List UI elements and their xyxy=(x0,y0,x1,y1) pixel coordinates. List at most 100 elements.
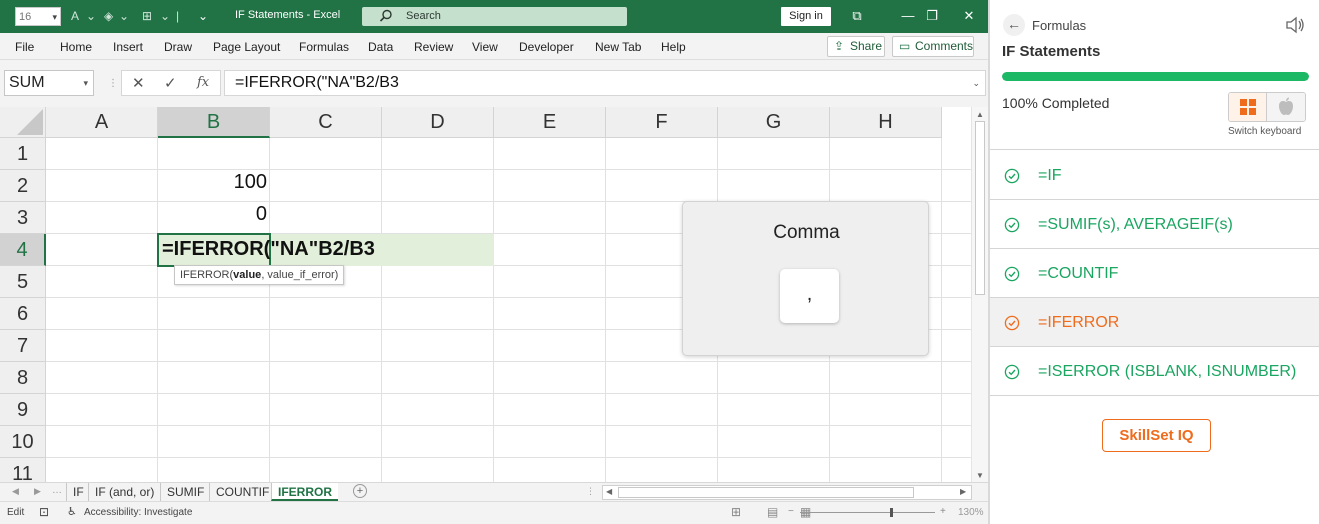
insert-function-icon[interactable]: fx xyxy=(197,75,209,90)
zoom-out-icon[interactable]: − xyxy=(788,506,794,517)
column-header-d[interactable]: D xyxy=(382,107,494,138)
tab-review[interactable]: Review xyxy=(414,40,453,54)
font-size-box[interactable]: 16 ▾ xyxy=(15,7,61,26)
breadcrumb[interactable]: Formulas xyxy=(1032,18,1086,33)
split-handle-icon[interactable]: ⋮ xyxy=(586,486,595,497)
name-box[interactable]: SUM ▾ xyxy=(4,70,94,96)
row-header-7[interactable]: 7 xyxy=(0,330,46,362)
fill-color-icon[interactable]: ◈ xyxy=(104,8,113,24)
column-header-e[interactable]: E xyxy=(494,107,606,138)
lesson-item[interactable]: =IF xyxy=(990,151,1319,200)
tab-formulas[interactable]: Formulas xyxy=(299,40,349,54)
search-box[interactable]: Search xyxy=(362,7,627,26)
restore-icon[interactable]: ❐ xyxy=(921,7,943,25)
chevron-down-icon[interactable]: ⌄ xyxy=(119,8,129,24)
macro-record-icon[interactable]: ⊡ xyxy=(39,505,49,519)
customize-toolbar-icon[interactable]: ⌄ xyxy=(198,8,208,24)
zoom-in-icon[interactable]: + xyxy=(940,506,946,517)
share-button[interactable]: ⇪ Share xyxy=(827,36,885,57)
tab-developer[interactable]: Developer xyxy=(519,40,574,54)
sheet-tab-sumif[interactable]: SUMIF xyxy=(160,483,210,501)
row-header-4[interactable]: 4 xyxy=(0,234,46,266)
enter-icon[interactable]: ✓ xyxy=(164,74,177,92)
lesson-item[interactable]: =COUNTIF xyxy=(990,249,1319,298)
column-header-b[interactable]: B xyxy=(158,107,270,138)
chevron-down-icon[interactable]: ⌄ xyxy=(972,71,980,95)
row-header-6[interactable]: 6 xyxy=(0,298,46,330)
tab-file[interactable]: File xyxy=(15,40,34,54)
row-header-11[interactable]: 11 xyxy=(0,458,46,482)
page-layout-view-icon[interactable]: ▤ xyxy=(767,505,778,519)
lesson-item[interactable]: =IFERROR xyxy=(990,298,1319,347)
row-header-9[interactable]: 9 xyxy=(0,394,46,426)
vertical-scrollbar[interactable]: ▲ ▼ xyxy=(971,107,988,482)
skillset-iq-button[interactable]: SkillSet IQ xyxy=(1102,419,1211,452)
chevron-down-icon[interactable]: ⌄ xyxy=(160,8,170,24)
mac-keyboard-option[interactable] xyxy=(1267,93,1305,121)
lesson-item[interactable]: =SUMIF(s), AVERAGEIF(s) xyxy=(990,200,1319,249)
back-arrow-icon[interactable]: ← xyxy=(1003,14,1025,36)
tab-data[interactable]: Data xyxy=(368,40,393,54)
sheet-tab-iferror[interactable]: IFERROR xyxy=(271,483,338,501)
lesson-item[interactable]: =ISERROR (ISBLANK, ISNUMBER) xyxy=(990,347,1319,396)
tab-draw[interactable]: Draw xyxy=(164,40,192,54)
worksheet-grid[interactable]: ABCDEFGH 1 2 3 4 5 6 7 8 9 10 11 100 0 =IFERROR("N… xyxy=(0,107,971,482)
h-scroll-thumb[interactable] xyxy=(618,487,914,498)
prev-sheet-icon[interactable]: ◀ xyxy=(12,486,19,497)
chevron-down-icon[interactable]: ⌄ xyxy=(86,8,96,24)
ribbon-display-icon[interactable]: ⧉ xyxy=(846,7,868,25)
row-header-8[interactable]: 8 xyxy=(0,362,46,394)
column-header-c[interactable]: C xyxy=(270,107,382,138)
normal-view-icon[interactable]: ⊞ xyxy=(731,505,741,519)
zoom-slider-thumb[interactable] xyxy=(890,508,893,517)
tab-view[interactable]: View xyxy=(472,40,498,54)
formula-input[interactable]: =IFERROR("NA"B2/B3 ⌄ xyxy=(224,70,986,96)
scroll-left-icon[interactable]: ◀ xyxy=(606,487,612,496)
tooltip-arg-value[interactable]: value xyxy=(233,269,261,281)
accessibility-icon[interactable]: ♿ xyxy=(67,505,77,518)
sign-in-button[interactable]: Sign in xyxy=(781,7,831,26)
horizontal-scrollbar[interactable]: ◀ ▶ xyxy=(602,485,972,500)
tab-new-tab[interactable]: New Tab xyxy=(595,40,641,54)
row-header-10[interactable]: 10 xyxy=(0,426,46,458)
row-header-1[interactable]: 1 xyxy=(0,138,46,170)
add-sheet-icon[interactable]: + xyxy=(353,484,367,498)
zoom-slider[interactable] xyxy=(800,512,935,513)
select-all-corner[interactable] xyxy=(0,107,46,138)
scroll-thumb[interactable] xyxy=(975,121,985,295)
scroll-down-icon[interactable]: ▼ xyxy=(976,471,984,480)
borders-icon[interactable]: ⊞ xyxy=(142,8,152,24)
row-header-2[interactable]: 2 xyxy=(0,170,46,202)
font-color-icon[interactable]: A xyxy=(71,8,79,24)
sheet-tab-countif[interactable]: COUNTIF xyxy=(209,483,275,501)
cell-b2[interactable]: 100 xyxy=(158,171,267,194)
tab-home[interactable]: Home xyxy=(60,40,92,54)
tab-page-layout[interactable]: Page Layout xyxy=(213,40,280,54)
next-sheet-icon[interactable]: ▶ xyxy=(34,486,41,497)
sheet-tab-if[interactable]: IF xyxy=(66,483,90,501)
column-header-a[interactable]: A xyxy=(46,107,158,138)
keyboard-switch[interactable] xyxy=(1228,92,1306,122)
sheet-tab-if-and-or[interactable]: IF (and, or) xyxy=(88,483,160,501)
speaker-icon[interactable] xyxy=(1285,16,1305,34)
more-sheets-icon[interactable]: … xyxy=(52,485,62,496)
row-header-3[interactable]: 3 xyxy=(0,202,46,234)
resize-handle-icon[interactable]: ⋮ xyxy=(108,78,118,89)
cancel-icon[interactable]: ✕ xyxy=(132,74,145,92)
minimize-icon[interactable]: — xyxy=(897,7,919,25)
comments-button[interactable]: ▭ Comments xyxy=(892,36,974,57)
accessibility-status[interactable]: Accessibility: Investigate xyxy=(84,507,192,518)
tab-insert[interactable]: Insert xyxy=(113,40,143,54)
zoom-level[interactable]: 130% xyxy=(958,507,984,518)
cell-b3[interactable]: 0 xyxy=(158,203,267,226)
scroll-up-icon[interactable]: ▲ xyxy=(976,110,984,119)
column-header-g[interactable]: G xyxy=(718,107,830,138)
column-header-h[interactable]: H xyxy=(830,107,942,138)
cell-b4-editing[interactable]: =IFERROR("NA"B2/B3 xyxy=(162,238,375,261)
row-header-5[interactable]: 5 xyxy=(0,266,46,298)
tab-help[interactable]: Help xyxy=(661,40,686,54)
close-icon[interactable]: ✕ xyxy=(958,7,980,25)
scroll-right-icon[interactable]: ▶ xyxy=(960,487,966,496)
windows-keyboard-option[interactable] xyxy=(1229,93,1267,121)
column-header-f[interactable]: F xyxy=(606,107,718,138)
